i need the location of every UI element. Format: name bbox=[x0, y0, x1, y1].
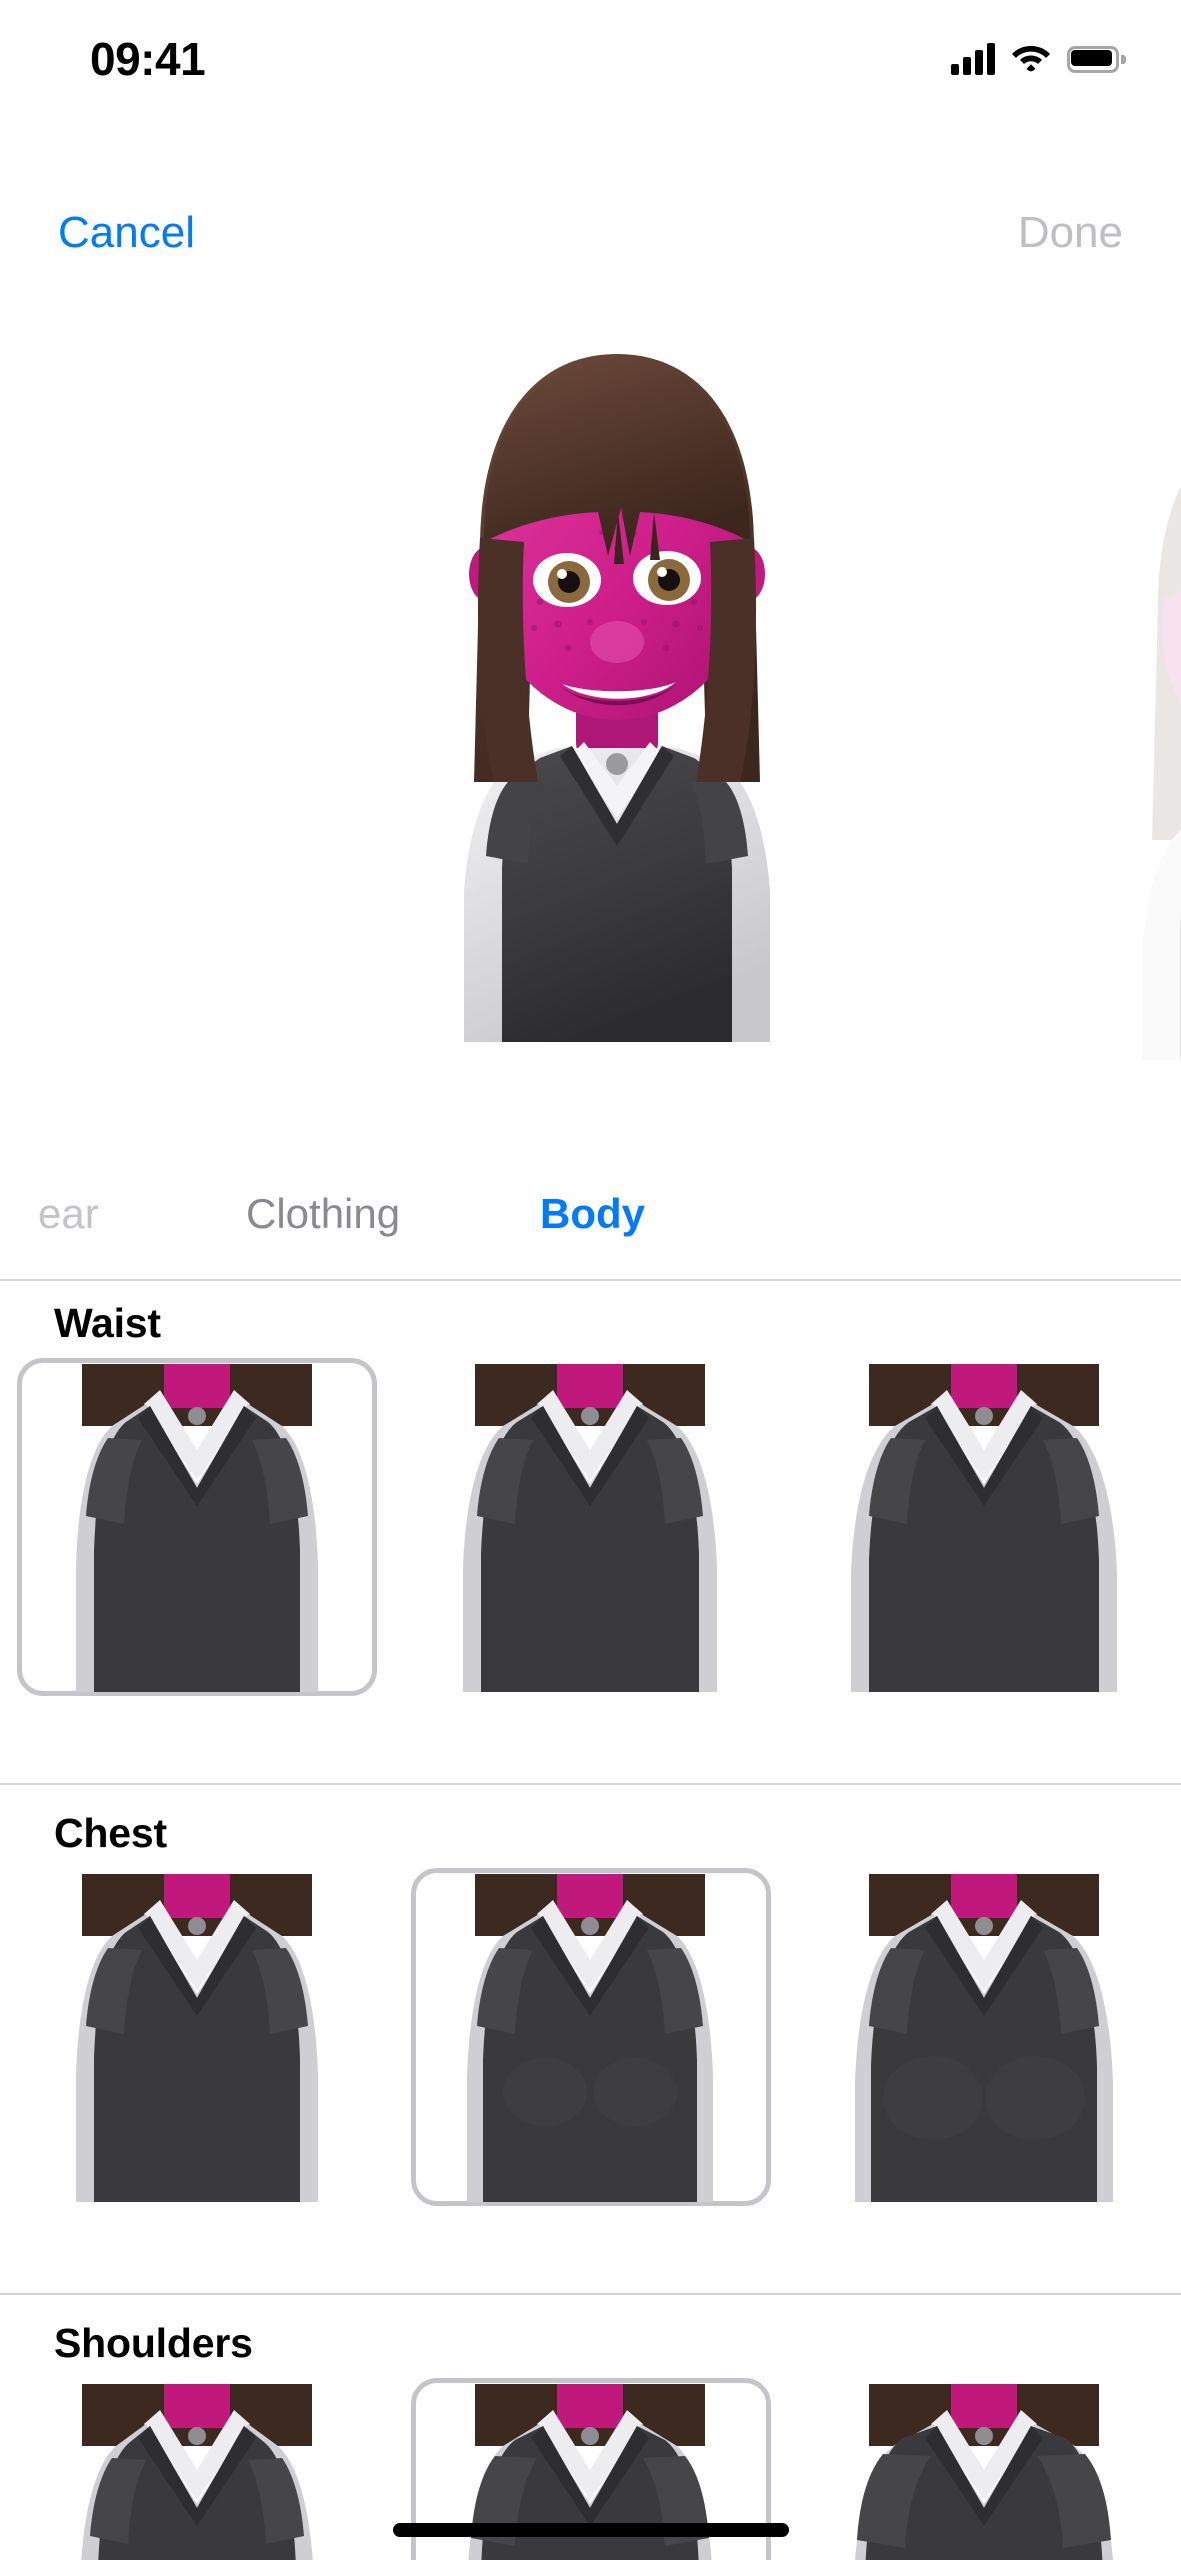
cellular-signal-icon bbox=[951, 43, 995, 75]
battery-icon bbox=[1067, 45, 1126, 73]
tabbar-separator bbox=[0, 1279, 1181, 1281]
status-bar-time: 09:41 bbox=[90, 33, 206, 85]
section-title-chest: Chest bbox=[54, 1810, 167, 1856]
waist-option-1[interactable] bbox=[0, 1358, 394, 1698]
section-title-shoulders: Shoulders bbox=[54, 2320, 253, 2366]
memoji-avatar-next-peek[interactable] bbox=[1040, 370, 1181, 1060]
home-indicator[interactable] bbox=[392, 2523, 789, 2537]
shoulders-option-3[interactable] bbox=[787, 2378, 1181, 2560]
waist-options-row[interactable] bbox=[0, 1358, 1181, 1698]
torso-thumbnail bbox=[52, 1364, 342, 1692]
chest-section-separator bbox=[0, 2293, 1181, 2295]
waist-section-separator bbox=[0, 1783, 1181, 1785]
chest-option-3[interactable] bbox=[787, 1868, 1181, 2208]
waist-option-3[interactable] bbox=[787, 1358, 1181, 1698]
chest-option-1[interactable] bbox=[0, 1868, 394, 2208]
done-button[interactable]: Done bbox=[1018, 208, 1123, 258]
chest-option-2[interactable] bbox=[394, 1868, 788, 2208]
chest-options-row[interactable] bbox=[0, 1868, 1181, 2208]
torso-thumbnail bbox=[445, 1364, 735, 1692]
cancel-button[interactable]: Cancel bbox=[58, 208, 195, 258]
torso-thumbnail bbox=[839, 1364, 1129, 1692]
tab-headwear[interactable]: ear bbox=[38, 1190, 99, 1238]
navigation-bar: Cancel Done bbox=[0, 188, 1181, 278]
torso-thumbnail bbox=[445, 1874, 735, 2202]
tab-clothing[interactable]: Clothing bbox=[246, 1190, 400, 1238]
torso-thumbnail bbox=[52, 2384, 342, 2560]
torso-thumbnail bbox=[839, 1874, 1129, 2202]
shoulders-option-1[interactable] bbox=[0, 2378, 394, 2560]
memoji-avatar-preview[interactable] bbox=[362, 312, 872, 1042]
torso-thumbnail bbox=[52, 1874, 342, 2202]
waist-option-2[interactable] bbox=[394, 1358, 788, 1698]
status-bar: 09:41 bbox=[0, 0, 1181, 100]
category-tab-bar[interactable]: ear Clothing Body bbox=[0, 1150, 1181, 1280]
wifi-icon bbox=[1011, 42, 1051, 77]
avatar-preview-stage[interactable] bbox=[0, 300, 1181, 1060]
section-title-waist: Waist bbox=[54, 1300, 161, 1346]
memoji-editor-screen: 09:41 Cancel Done ear Clothing Body Wais… bbox=[0, 0, 1181, 2560]
torso-thumbnail bbox=[839, 2384, 1129, 2560]
tab-body[interactable]: Body bbox=[540, 1190, 645, 1238]
status-bar-icons bbox=[951, 24, 1126, 77]
